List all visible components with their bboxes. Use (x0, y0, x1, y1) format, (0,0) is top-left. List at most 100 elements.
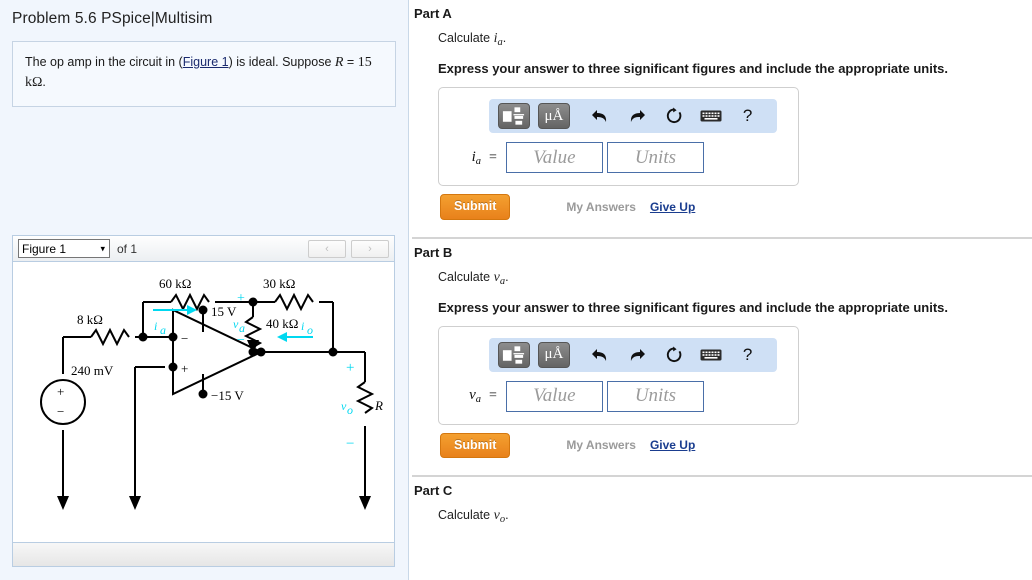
help-icon-label: ? (742, 106, 753, 125)
part-a-submit-button[interactable]: Submit (440, 194, 511, 220)
resistor-8k-symbol (90, 327, 130, 347)
part-a-equation-row: ia = Value Units (447, 133, 790, 175)
part-b-calculate-label: Calculate (438, 269, 494, 284)
part-c-period: . (505, 508, 509, 522)
part-b-equals-sign: = (489, 388, 497, 403)
figure-widget: Figure 1 ▾ of 1 ‹ › + − − + 8 kΩ 60 kΩ 3… (12, 235, 395, 567)
part-b-submit-row: Submit My Answers Give Up (438, 425, 1032, 458)
redo-icon[interactable] (621, 342, 654, 368)
junction-dots (138, 297, 338, 399)
reset-icon[interactable] (658, 103, 691, 129)
part-b-submit-button[interactable]: Submit (440, 432, 511, 458)
reset-icon[interactable] (658, 342, 691, 368)
source-minus-sign: − (57, 404, 64, 419)
part-b-instructions: Express your answer to three significant… (438, 299, 948, 315)
label-ia-sub: a (160, 323, 166, 337)
label-supply-negative: −15 V (211, 388, 244, 403)
template-icon[interactable] (498, 341, 530, 368)
part-b-answer-var: v (469, 387, 476, 403)
part-a-equals-sign: = (489, 149, 497, 165)
opamp-noninverting-label: + (181, 361, 188, 376)
figure-count-label: of 1 (117, 241, 138, 256)
figure-select[interactable]: Figure 1 ▾ (18, 239, 110, 258)
units-icon-label: μÅ (544, 107, 564, 124)
part-b-section: Part B Calculate va. Express your answer… (412, 239, 1032, 477)
part-a-my-answers-link[interactable]: My Answers (566, 200, 636, 214)
keyboard-icon-glyph (700, 349, 722, 360)
units-icon[interactable]: μÅ (537, 341, 570, 368)
units-icon[interactable]: μÅ (537, 103, 570, 129)
part-b-give-up-link[interactable]: Give Up (650, 438, 695, 452)
va-plus-sign: + (237, 291, 245, 306)
reset-icon-glyph (666, 346, 682, 362)
reset-icon-glyph (666, 107, 682, 123)
figure-nav-group: ‹ › (308, 239, 389, 258)
part-b-equation-row: va = Value Units (447, 372, 790, 414)
label-io-sub: o (307, 323, 313, 337)
label-ia: i (154, 319, 157, 333)
part-b-units-input[interactable]: Units (606, 380, 704, 412)
statement-period: . (42, 75, 46, 90)
figure-next-button[interactable]: › (351, 239, 389, 258)
keyboard-icon-glyph (700, 110, 722, 122)
help-icon[interactable]: ? (731, 342, 764, 368)
figure-1-link[interactable]: Figure 1 (183, 55, 229, 69)
problem-statement: The op amp in the circuit in (Figure 1) … (12, 41, 396, 107)
page-root: Problem 5.6 PSpice|Multisim The op amp i… (0, 0, 1032, 580)
part-b-answer-label: va (451, 387, 489, 405)
part-b-body: Calculate va. Express your answer to thr… (412, 260, 1032, 458)
part-a-give-up-link[interactable]: Give Up (650, 200, 695, 214)
units-icon-label: μÅ (544, 346, 564, 362)
label-30k: 30 kΩ (263, 276, 295, 291)
undo-icon-glyph (592, 348, 607, 361)
part-c-heading: Part C (414, 483, 453, 498)
part-a-calculate-label: Calculate (438, 31, 494, 45)
circuit-diagram-svg: + − − + 8 kΩ 60 kΩ 30 kΩ 40 kΩ R 240 mV … (40, 276, 383, 510)
opamp-inverting-label: − (181, 331, 188, 346)
undo-icon-glyph (592, 110, 607, 122)
help-icon[interactable]: ? (731, 103, 764, 129)
label-vo-sub: o (347, 403, 353, 417)
vo-minus-sign: − (346, 436, 354, 452)
resistor-30k-symbol (274, 292, 314, 312)
page-title: Problem 5.6 PSpice|Multisim (12, 10, 213, 27)
part-a-units-input[interactable]: Units (606, 142, 704, 173)
part-a-period: . (502, 31, 507, 45)
chevron-down-icon: ▾ (100, 243, 105, 253)
part-a-submit-row: Submit My Answers Give Up (438, 186, 1032, 220)
label-load-r: R (374, 398, 383, 413)
part-c-section: Part C Calculate vo. (412, 477, 1032, 525)
undo-icon[interactable] (584, 342, 617, 368)
problem-panel: Problem 5.6 PSpice|Multisim The op amp i… (0, 0, 409, 580)
figure-prev-button[interactable]: ‹ (308, 239, 346, 258)
redo-icon[interactable] (621, 103, 654, 129)
template-icon[interactable] (498, 103, 530, 129)
part-a-value-input[interactable]: Value (505, 142, 603, 173)
part-a-editor-toolbar: μÅ ? (489, 99, 777, 133)
part-a-answer-label: ia (451, 149, 489, 167)
figure-canvas: + − − + 8 kΩ 60 kΩ 30 kΩ 40 kΩ R 240 mV … (13, 262, 394, 542)
annotation-vo: + − v o (341, 360, 354, 452)
undo-icon[interactable] (584, 103, 617, 129)
part-c-body: Calculate vo. (412, 498, 1032, 525)
part-a-section: Part A Calculate ia. Express your answer… (412, 0, 1032, 239)
label-60k: 60 kΩ (159, 276, 191, 291)
statement-text-mid: ) is ideal. Suppose (228, 55, 335, 69)
part-a-heading: Part A (414, 6, 452, 21)
template-icon-glyph (503, 345, 525, 364)
source-plus-sign: + (57, 384, 64, 399)
keyboard-icon[interactable] (694, 342, 727, 368)
figure-select-value: Figure 1 (22, 241, 67, 256)
keyboard-icon[interactable] (694, 103, 727, 129)
label-source-voltage: 240 mV (71, 363, 114, 378)
template-icon-glyph (503, 107, 525, 125)
part-a-instructions: Express your answer to three significant… (438, 61, 948, 76)
part-b-question: Calculate va. (438, 260, 1032, 287)
part-b-value-input[interactable]: Value (505, 380, 603, 412)
label-8k: 8 kΩ (77, 312, 103, 327)
part-b-my-answers-link[interactable]: My Answers (566, 438, 636, 452)
part-c-calculate-label: Calculate (438, 508, 494, 522)
part-b-answer-sub: a (475, 394, 481, 405)
statement-text-pre: The op amp in the circuit in ( (25, 55, 183, 69)
label-io: i (301, 319, 304, 333)
